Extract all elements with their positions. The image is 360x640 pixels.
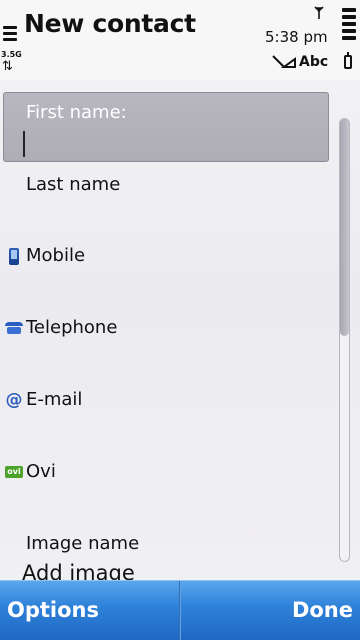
network-type-indicator: 3.5G <box>1 50 22 59</box>
email-field[interactable]: @ E-mail <box>0 370 334 430</box>
battery-icon <box>344 52 352 69</box>
last-name-label: Last name <box>26 174 121 195</box>
telephone-label: Telephone <box>26 317 118 338</box>
ovi-field[interactable]: ovi Ovi <box>0 442 334 502</box>
add-image-item[interactable]: Add image <box>22 561 135 580</box>
text-cursor <box>23 131 25 157</box>
page-title: New contact <box>24 9 196 38</box>
image-name-label: Image name <box>26 533 140 554</box>
telephone-field[interactable]: Telephone <box>0 298 334 358</box>
first-name-label: First name: <box>26 102 127 123</box>
battery-level-icon <box>342 8 356 46</box>
done-button[interactable]: Done <box>181 581 360 640</box>
first-name-field[interactable]: First name: <box>3 92 329 162</box>
ovi-label: Ovi <box>26 461 56 482</box>
status-bar: 3.5G ⇅ New contact 5:38 pm Abc <box>0 0 360 80</box>
clock: 5:38 pm <box>265 28 328 46</box>
contact-form: First name: Last name Mobile Telephone @… <box>0 80 360 580</box>
email-icon: @ <box>5 389 23 410</box>
data-transfer-icon: ⇅ <box>2 59 13 74</box>
last-name-field[interactable]: Last name <box>0 162 334 222</box>
options-button[interactable]: Options <box>0 581 179 640</box>
antenna-icon <box>313 6 325 21</box>
telephone-icon <box>4 318 24 338</box>
email-label: E-mail <box>26 389 83 410</box>
mobile-label: Mobile <box>26 245 86 266</box>
ovi-icon: ovi <box>4 462 24 482</box>
silent-profile-icon <box>272 55 296 72</box>
input-mode-indicator: Abc <box>299 54 329 70</box>
signal-strength-icon <box>3 26 17 46</box>
scrollbar-thumb[interactable] <box>340 119 349 336</box>
mobile-phone-icon <box>4 246 24 266</box>
softkey-bar: Options Done <box>0 580 360 640</box>
mobile-field[interactable]: Mobile <box>0 226 334 286</box>
scrollbar[interactable] <box>339 118 350 562</box>
